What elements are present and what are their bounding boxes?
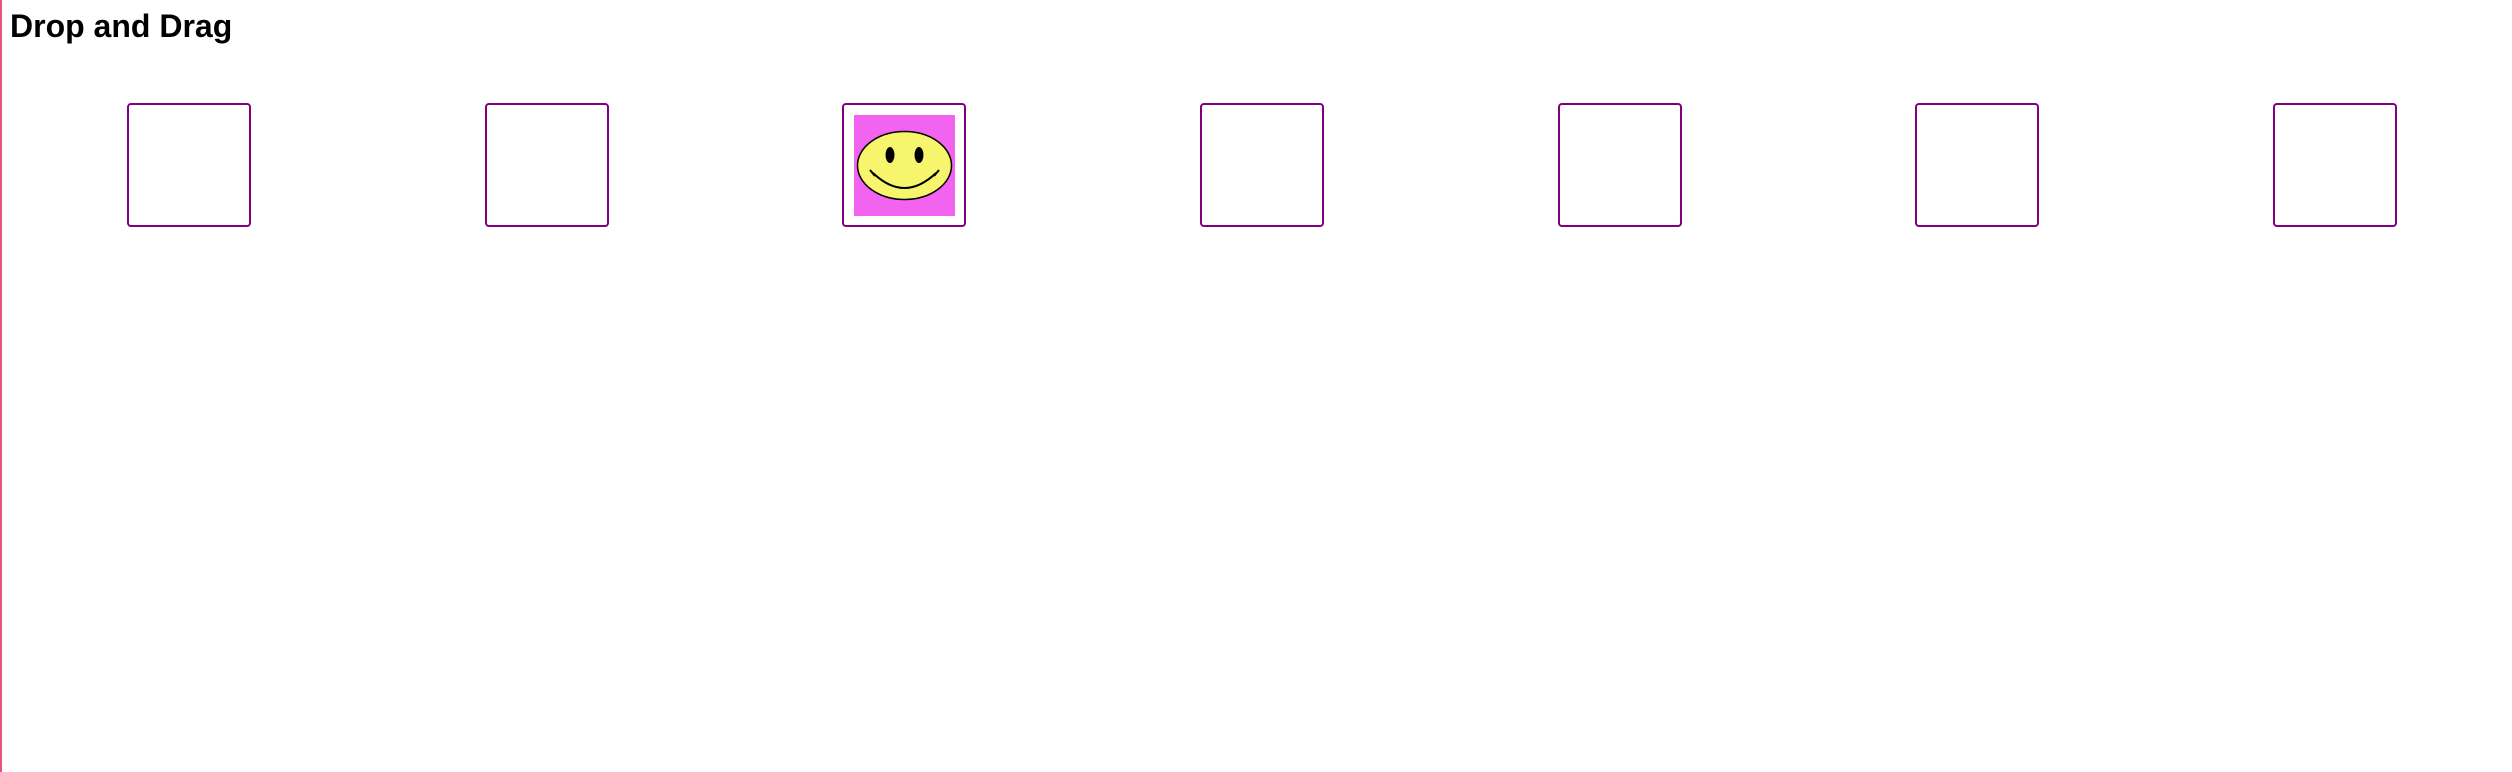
page: Drop and Drag xyxy=(0,0,2512,772)
draggable-smiley[interactable] xyxy=(853,114,955,216)
drop-zone-2[interactable] xyxy=(484,103,609,227)
drop-zone-1[interactable] xyxy=(127,103,251,227)
drop-zone-6[interactable] xyxy=(1915,103,2040,227)
drop-zone-3[interactable] xyxy=(842,103,967,227)
drop-zone-5[interactable] xyxy=(1557,103,1682,227)
smiley-face-icon xyxy=(853,114,955,216)
drop-zone-7[interactable] xyxy=(2272,103,2397,227)
drop-zone-4[interactable] xyxy=(1199,103,1324,227)
drop-zone-row xyxy=(127,103,2397,229)
page-title: Drop and Drag xyxy=(10,8,233,44)
